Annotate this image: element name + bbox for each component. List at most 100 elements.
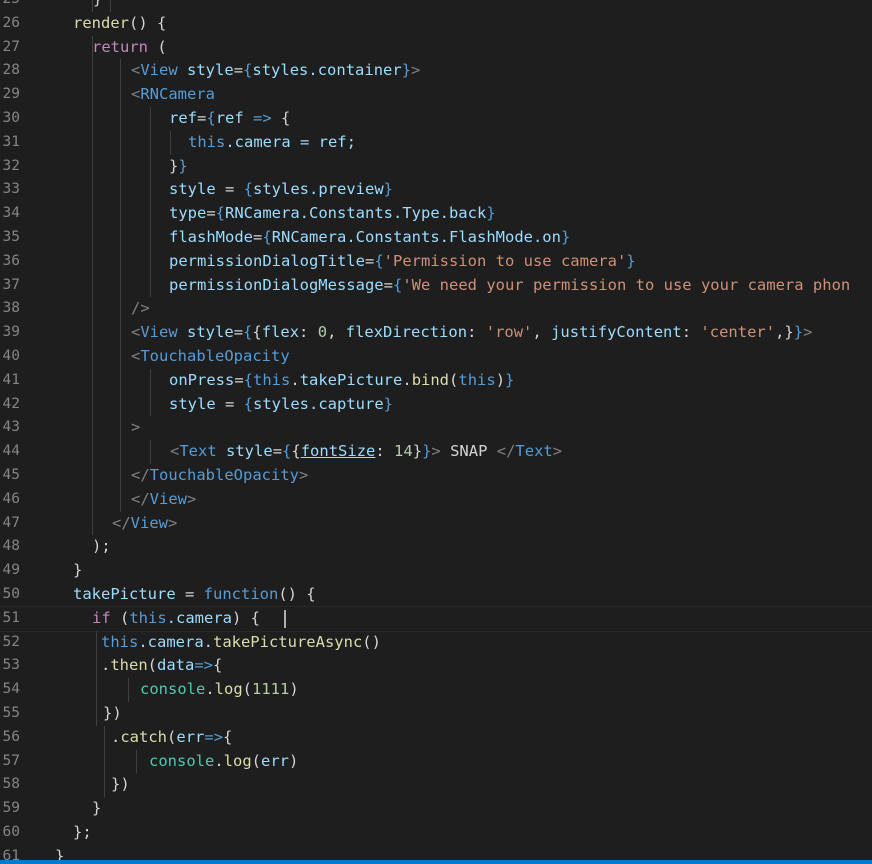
- indent-guide: [92, 273, 93, 298]
- code-line[interactable]: 44 <Text style={{fontSize: 14}}> SNAP </T…: [0, 440, 872, 464]
- line-number: 52: [2, 633, 20, 650]
- line-code: .catch(err=>{: [111, 726, 232, 750]
- code-line[interactable]: 38 />: [0, 297, 872, 322]
- code-token: }: [401, 61, 412, 80]
- code-line[interactable]: 37 permissionDialogMessage={'We need your…: [0, 273, 872, 298]
- indent-guide: [92, 83, 93, 107]
- code-token: TouchableOpacity: [140, 346, 290, 365]
- code-token: this: [188, 132, 226, 151]
- code-line[interactable]: 54 console.log(1111): [0, 678, 872, 702]
- code-line[interactable]: 42 style = {styles.capture}: [0, 392, 872, 417]
- code-token: render: [73, 13, 129, 32]
- code-token: log: [214, 680, 243, 699]
- line-number: 37: [2, 276, 20, 293]
- code-token: }: [93, 0, 102, 8]
- code-line[interactable]: 48);: [0, 535, 872, 559]
- code-token: .: [111, 727, 121, 746]
- indent-guide: [92, 154, 93, 179]
- indent-guide: [92, 344, 93, 369]
- code-token: takePictureAsync: [212, 632, 363, 651]
- code-line[interactable]: 51 if (this.camera) {: [0, 605, 872, 632]
- code-token: {: [243, 180, 254, 199]
- code-line[interactable]: 60};: [0, 821, 872, 845]
- code-line[interactable]: 26 render() {: [0, 12, 872, 36]
- line-code: this.camera = ref;: [188, 131, 356, 155]
- indent-guide: [150, 249, 151, 274]
- code-line[interactable]: 31 this.camera = ref;: [0, 130, 872, 155]
- code-token: console: [140, 680, 206, 699]
- code-token: {: [374, 251, 384, 270]
- code-token: </: [496, 442, 516, 461]
- code-token: permissionDialogMessage: [169, 275, 384, 294]
- code-token: .: [290, 370, 300, 389]
- code-line[interactable]: 58}): [0, 773, 872, 798]
- code-token: (: [167, 727, 177, 746]
- code-line[interactable]: 52 this.camera.takePictureAsync(): [0, 630, 872, 655]
- code-line[interactable]: 28 <View style={styles.container}>: [0, 59, 872, 84]
- line-code: if (this.camera) {: [92, 607, 260, 631]
- indent-guide: [136, 749, 137, 774]
- code-line[interactable]: 34 type={RNCamera.Constants.Type.back}: [0, 202, 872, 226]
- code-token: <: [131, 85, 141, 104]
- code-token: }): [103, 703, 122, 722]
- code-line[interactable]: 25}: [0, 0, 872, 12]
- code-line[interactable]: 32}}: [0, 154, 872, 179]
- code-line[interactable]: 49}: [0, 559, 872, 583]
- code-token: =: [253, 227, 263, 246]
- line-number: 29: [2, 86, 20, 103]
- code-line[interactable]: 39 <View style={{flex: 0, flexDirection: …: [0, 321, 872, 345]
- code-token: }: [422, 442, 432, 461]
- code-token: >: [187, 489, 197, 508]
- indent-guide: [120, 130, 121, 155]
- code-line[interactable]: 59}: [0, 797, 872, 821]
- code-line[interactable]: 41 onPress={this.takePicture.bind(this)}: [0, 368, 872, 393]
- line-code: }): [111, 773, 130, 797]
- code-token: </: [131, 489, 150, 508]
- code-token: ): [289, 680, 299, 699]
- code-line[interactable]: 29 <RNCamera: [0, 83, 872, 107]
- indent-guide: [120, 392, 121, 417]
- code-editor[interactable]: 25} 26 render () {27return (28<View style={…: [0, 0, 872, 864]
- code-line[interactable]: 36 permissionDialogTitle={'Permission to …: [0, 249, 872, 274]
- code-line[interactable]: 50 takePicture = function() {: [0, 583, 872, 607]
- code-line[interactable]: 35 flashMode={RNCamera.Constants.FlashMod…: [0, 225, 872, 250]
- code-line[interactable]: 33 style = {styles.preview}: [0, 178, 872, 203]
- line-code: permissionDialogMessage={'We need your p…: [169, 274, 850, 298]
- line-number: 28: [2, 62, 20, 79]
- code-line[interactable]: 46 </View>: [0, 487, 872, 512]
- code-line[interactable]: 27 return (: [0, 35, 872, 60]
- code-token: =: [272, 442, 283, 461]
- code-token: >: [411, 61, 421, 80]
- indent-guide: [150, 225, 151, 250]
- code-line[interactable]: 56 .catch(err=>{: [0, 725, 872, 750]
- code-token: }: [560, 227, 571, 246]
- code-line[interactable]: 45 </TouchableOpacity>: [0, 463, 872, 488]
- code-line[interactable]: 57 console.log(err): [0, 749, 872, 774]
- line-number: 26: [2, 14, 20, 31]
- code-lines[interactable]: 25} 26 render () {27return (28<View style={…: [0, 0, 872, 864]
- code-token: (: [251, 751, 262, 770]
- code-line[interactable]: 53 .then(data=>{: [0, 654, 872, 679]
- indent-guide: [120, 249, 121, 274]
- line-code: style = {styles.capture}: [169, 393, 393, 417]
- code-token: =>: [243, 108, 282, 127]
- code-line[interactable]: 43 >: [0, 416, 872, 441]
- code-token: style: [169, 180, 216, 199]
- code-token: }: [486, 204, 496, 223]
- indent-guide: [120, 178, 121, 203]
- code-token: this: [101, 632, 139, 651]
- code-line[interactable]: 40 <TouchableOpacity: [0, 344, 872, 369]
- code-token: =: [364, 251, 375, 270]
- line-number: 42: [2, 395, 20, 412]
- code-token: {: [243, 323, 253, 342]
- line-number: 38: [2, 300, 20, 317]
- code-token: (): [362, 632, 381, 651]
- code-line[interactable]: 47 </View>: [0, 511, 872, 536]
- indent-guide: [96, 701, 97, 726]
- code-line[interactable]: 30 ref={ref => {: [0, 106, 872, 131]
- line-number: 49: [2, 562, 20, 579]
- code-line[interactable]: 55}): [0, 701, 872, 726]
- code-token: >: [298, 465, 309, 484]
